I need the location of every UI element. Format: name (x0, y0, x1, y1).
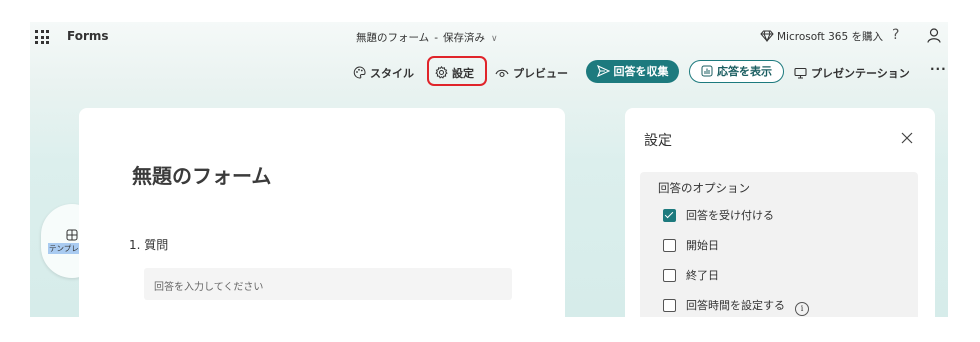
option-accept-responses[interactable]: 回答を受け付ける (663, 207, 774, 223)
settings-panel: 設定 回答のオプション 回答を受け付ける 開始日 終了日 回答時間を設定する i (625, 108, 935, 317)
buy-label: Microsoft 365 を購入 (777, 31, 883, 43)
section-title: 回答のオプション (658, 181, 750, 195)
option-end-date[interactable]: 終了日 (663, 267, 719, 283)
panel-title: 設定 (644, 133, 672, 149)
monitor-icon (794, 67, 807, 79)
app-name[interactable]: Forms (67, 29, 109, 43)
document-title: 無題のフォーム (356, 32, 430, 44)
checkbox[interactable] (663, 299, 676, 312)
preview-label: プレビュー (513, 67, 568, 80)
option-set-response-time[interactable]: 回答時間を設定する i (663, 297, 809, 316)
more-options-icon[interactable]: ··· (930, 62, 947, 76)
settings-button[interactable]: 設定 (435, 65, 474, 81)
checkbox[interactable] (663, 269, 676, 282)
preview-button[interactable]: プレビュー (495, 65, 568, 81)
settings-label: 設定 (452, 67, 474, 80)
close-icon[interactable] (901, 129, 913, 148)
chevron-down-icon[interactable]: ∨ (491, 34, 498, 44)
page-margin (0, 317, 980, 342)
app-launcher-icon[interactable] (35, 30, 49, 44)
answer-placeholder: 回答を入力してください (154, 282, 264, 293)
form-toolbar: スタイル 設定 プレビュー 回答を収集 応答を表示 プレゼンテーション ··· (30, 56, 948, 88)
option-start-date[interactable]: 開始日 (663, 237, 719, 253)
collect-label: 回答を収集 (613, 65, 669, 78)
option-label: 回答を受け付ける (686, 209, 774, 222)
question-label[interactable]: 1. 質問 (129, 236, 168, 253)
buy-microsoft-365-button[interactable]: Microsoft 365 を購入 (760, 29, 883, 44)
save-status: 保存済み (442, 32, 485, 44)
collect-responses-button[interactable]: 回答を収集 (586, 60, 679, 83)
eye-icon (495, 69, 509, 78)
form-title[interactable]: 無題のフォーム (132, 160, 271, 189)
help-icon[interactable]: ? (892, 27, 899, 43)
response-options-section: 回答のオプション 回答を受け付ける 開始日 終了日 回答時間を設定する i (640, 172, 918, 317)
title-separator: - (434, 32, 438, 44)
checkbox-checked[interactable] (663, 209, 676, 222)
answer-input[interactable]: 回答を入力してください (144, 268, 512, 300)
present-button[interactable]: プレゼンテーション (794, 65, 910, 81)
account-icon[interactable] (927, 28, 941, 47)
option-label: 回答時間を設定する (686, 299, 785, 312)
send-icon (596, 64, 610, 78)
show-responses-button[interactable]: 応答を表示 (689, 60, 784, 83)
gear-icon (435, 65, 448, 79)
show-responses-label: 応答を表示 (717, 65, 772, 78)
palette-icon (353, 66, 366, 79)
top-bar: Forms 無題のフォーム - 保存済み ∨ Microsoft 365 を購入 ? (30, 22, 948, 52)
checkbox[interactable] (663, 239, 676, 252)
style-label: スタイル (370, 67, 414, 80)
forms-app: Forms 無題のフォーム - 保存済み ∨ Microsoft 365 を購入 ? … (30, 22, 948, 317)
option-label: 開始日 (686, 239, 719, 252)
chart-icon (701, 65, 713, 77)
form-card: 無題のフォーム 1. 質問 回答を入力してください (79, 108, 565, 317)
info-icon[interactable]: i (795, 302, 809, 316)
present-label: プレゼンテーション (811, 67, 910, 80)
diamond-icon (760, 30, 774, 43)
option-label: 終了日 (686, 269, 719, 282)
document-title-area[interactable]: 無題のフォーム - 保存済み ∨ (356, 30, 498, 45)
template-icon (66, 229, 78, 241)
style-button[interactable]: スタイル (353, 65, 414, 81)
